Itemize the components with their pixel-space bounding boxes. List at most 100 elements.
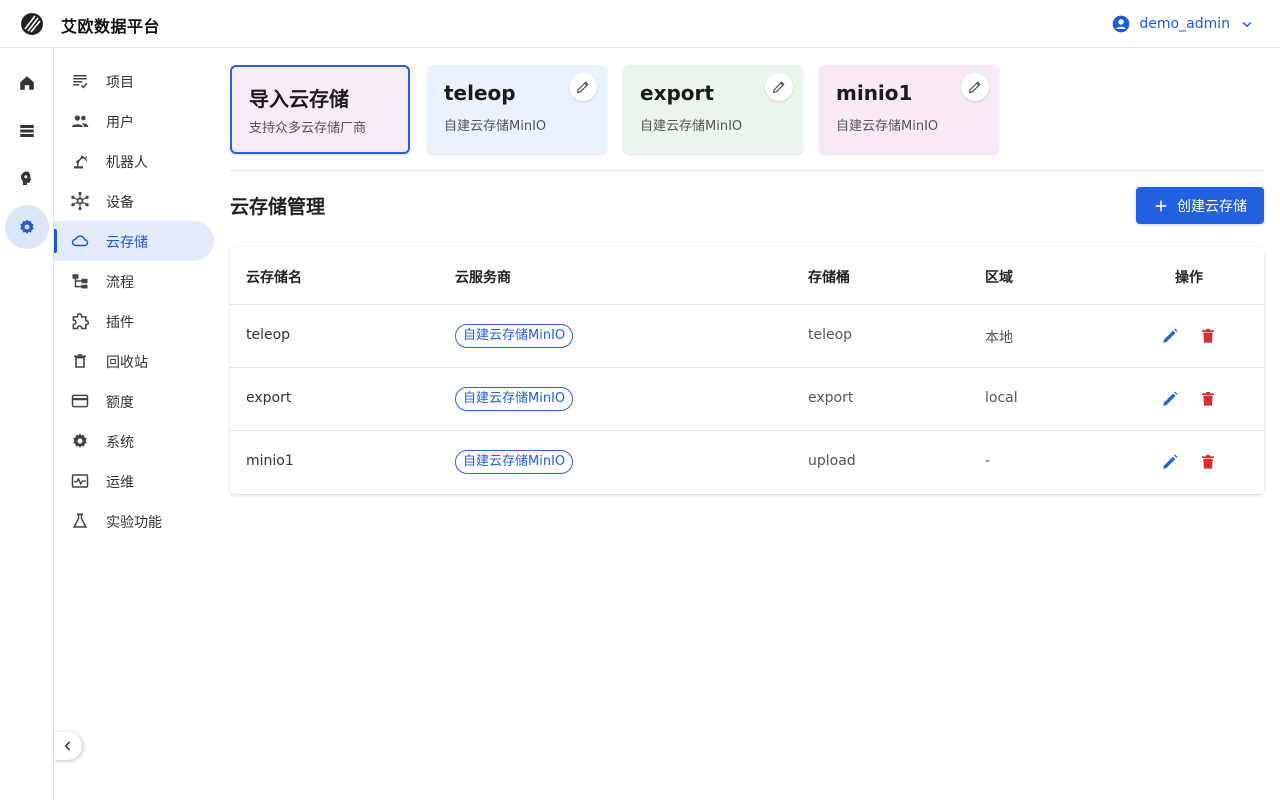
column-header-actions: 操作 (1175, 270, 1203, 286)
rail-home[interactable] (5, 61, 49, 105)
card-edit-button[interactable] (569, 73, 597, 101)
storage-icon (20, 125, 34, 137)
storage-name: teleop (246, 327, 291, 343)
storage-card-teleop[interactable]: teleop 自建云存储MinIO (427, 65, 607, 154)
card-subtitle: 自建云存储MinIO (444, 119, 547, 134)
sidebar-item-label: 流程 (106, 275, 134, 291)
sidebar-item-robots[interactable]: 机器人 (54, 141, 214, 181)
card-subtitle: 支持众多云存储厂商 (249, 121, 367, 136)
sidebar-item-label: 实验功能 (106, 515, 162, 531)
sidebar-item-system[interactable]: 系统 (54, 421, 214, 461)
storage-card-minio1[interactable]: minio1 自建云存储MinIO (819, 65, 999, 154)
table-row: export 自建云存储MinIO export local (230, 368, 1264, 431)
delete-button[interactable] (1197, 388, 1219, 410)
pencil-icon (968, 81, 981, 94)
cloud-storage-table: 云存储名 云服务商 存储桶 区域 操作 teleop 自建云存储MinIO te… (230, 247, 1264, 494)
page-title: 云存储管理 (230, 196, 326, 218)
user-menu[interactable]: demo_admin (1111, 12, 1256, 36)
region-name: 本地 (985, 330, 1013, 346)
settings-icon (20, 219, 34, 234)
table-row: teleop 自建云存储MinIO teleop 本地 (230, 305, 1264, 368)
icon-rail (0, 48, 54, 800)
brain-icon (21, 171, 32, 185)
project-icon (70, 71, 90, 91)
create-cloud-storage-button[interactable]: 创建云存储 (1136, 187, 1264, 224)
card-edit-button[interactable] (765, 73, 793, 101)
region-name: - (985, 453, 991, 469)
sidebar-item-cloud-storage[interactable]: 云存储 (54, 221, 214, 261)
sidebar-item-label: 系统 (106, 435, 134, 451)
workflow-icon (70, 271, 90, 291)
sidebar-item-label: 云存储 (106, 235, 148, 251)
column-header-region: 区域 (985, 270, 1013, 286)
trash-icon (1202, 455, 1214, 469)
bucket-name: export (808, 390, 854, 406)
storage-name: minio1 (246, 453, 294, 469)
collapse-sidebar-button[interactable] (54, 732, 82, 760)
monitor-icon (70, 471, 90, 491)
import-cloud-storage-card[interactable]: 导入云存储 支持众多云存储厂商 (230, 65, 410, 154)
sidebar-item-workflow[interactable]: 流程 (54, 261, 214, 301)
column-header-bucket: 存储桶 (808, 270, 850, 286)
trash-icon (1202, 392, 1214, 406)
sidebar-item-label: 设备 (106, 195, 134, 211)
rail-brain[interactable] (5, 157, 49, 201)
sidebar-item-devices[interactable]: 设备 (54, 181, 214, 221)
column-header-provider: 云服务商 (455, 270, 511, 286)
delete-button[interactable] (1197, 325, 1219, 347)
bucket-name: teleop (808, 327, 853, 343)
provider-chip: 自建云存储MinIO (455, 450, 574, 474)
credit-card-icon (70, 391, 90, 411)
pencil-icon (576, 81, 589, 94)
card-subtitle: 自建云存储MinIO (640, 119, 743, 134)
top-bar: 艾欧数据平台 demo_admin (0, 0, 1280, 48)
sidebar: 项目 用户 机器人 设备 云存储 流程 插件 回收站 额度 系统 运维 实验功能 (54, 48, 219, 800)
trash-icon (1202, 329, 1214, 343)
rail-storage[interactable] (5, 109, 49, 153)
table-header: 云存储名 云服务商 存储桶 区域 操作 (230, 247, 1264, 305)
pencil-icon (1163, 454, 1178, 469)
sidebar-item-recycle-bin[interactable]: 回收站 (54, 341, 214, 381)
pencil-icon (1163, 328, 1178, 343)
sidebar-item-ops[interactable]: 运维 (54, 461, 214, 501)
card-title: export (640, 81, 714, 105)
card-title: minio1 (836, 81, 913, 105)
sidebar-item-label: 用户 (106, 115, 134, 131)
app-title: 艾欧数据平台 (61, 17, 161, 36)
edit-button[interactable] (1159, 388, 1181, 410)
sidebar-item-label: 机器人 (106, 155, 148, 171)
provider-chip: 自建云存储MinIO (455, 324, 574, 348)
gear-icon (70, 431, 90, 451)
device-hub-icon (70, 191, 90, 211)
sidebar-item-label: 运维 (106, 475, 134, 491)
storage-card-export[interactable]: export 自建云存储MinIO (623, 65, 803, 154)
sidebar-item-label: 项目 (106, 75, 134, 91)
sidebar-item-projects[interactable]: 项目 (54, 61, 214, 101)
account-icon (1113, 15, 1130, 33)
card-subtitle: 自建云存储MinIO (836, 119, 939, 134)
logo-icon (21, 13, 43, 35)
edit-button[interactable] (1159, 325, 1181, 347)
sidebar-item-users[interactable]: 用户 (54, 101, 214, 141)
create-button-label: 创建云存储 (1177, 198, 1247, 215)
card-title: teleop (444, 81, 516, 105)
pencil-icon (1163, 391, 1178, 406)
storage-name: export (246, 390, 292, 406)
flask-icon (70, 511, 90, 531)
sidebar-item-quota[interactable]: 额度 (54, 381, 214, 421)
rail-settings[interactable] (5, 205, 49, 249)
chevron-down-icon (1242, 21, 1252, 28)
divider (230, 170, 1264, 171)
sidebar-item-plugins[interactable]: 插件 (54, 301, 214, 341)
cloud-icon (70, 231, 90, 251)
home-icon (20, 76, 34, 90)
card-edit-button[interactable] (961, 73, 989, 101)
sidebar-item-experimental[interactable]: 实验功能 (54, 501, 214, 541)
sidebar-item-label: 插件 (106, 315, 134, 331)
users-icon (70, 111, 90, 131)
edit-button[interactable] (1159, 451, 1181, 473)
table-row: minio1 自建云存储MinIO upload - (230, 431, 1264, 494)
sidebar-item-label: 额度 (106, 395, 134, 411)
delete-button[interactable] (1197, 451, 1219, 473)
pencil-icon (772, 81, 785, 94)
